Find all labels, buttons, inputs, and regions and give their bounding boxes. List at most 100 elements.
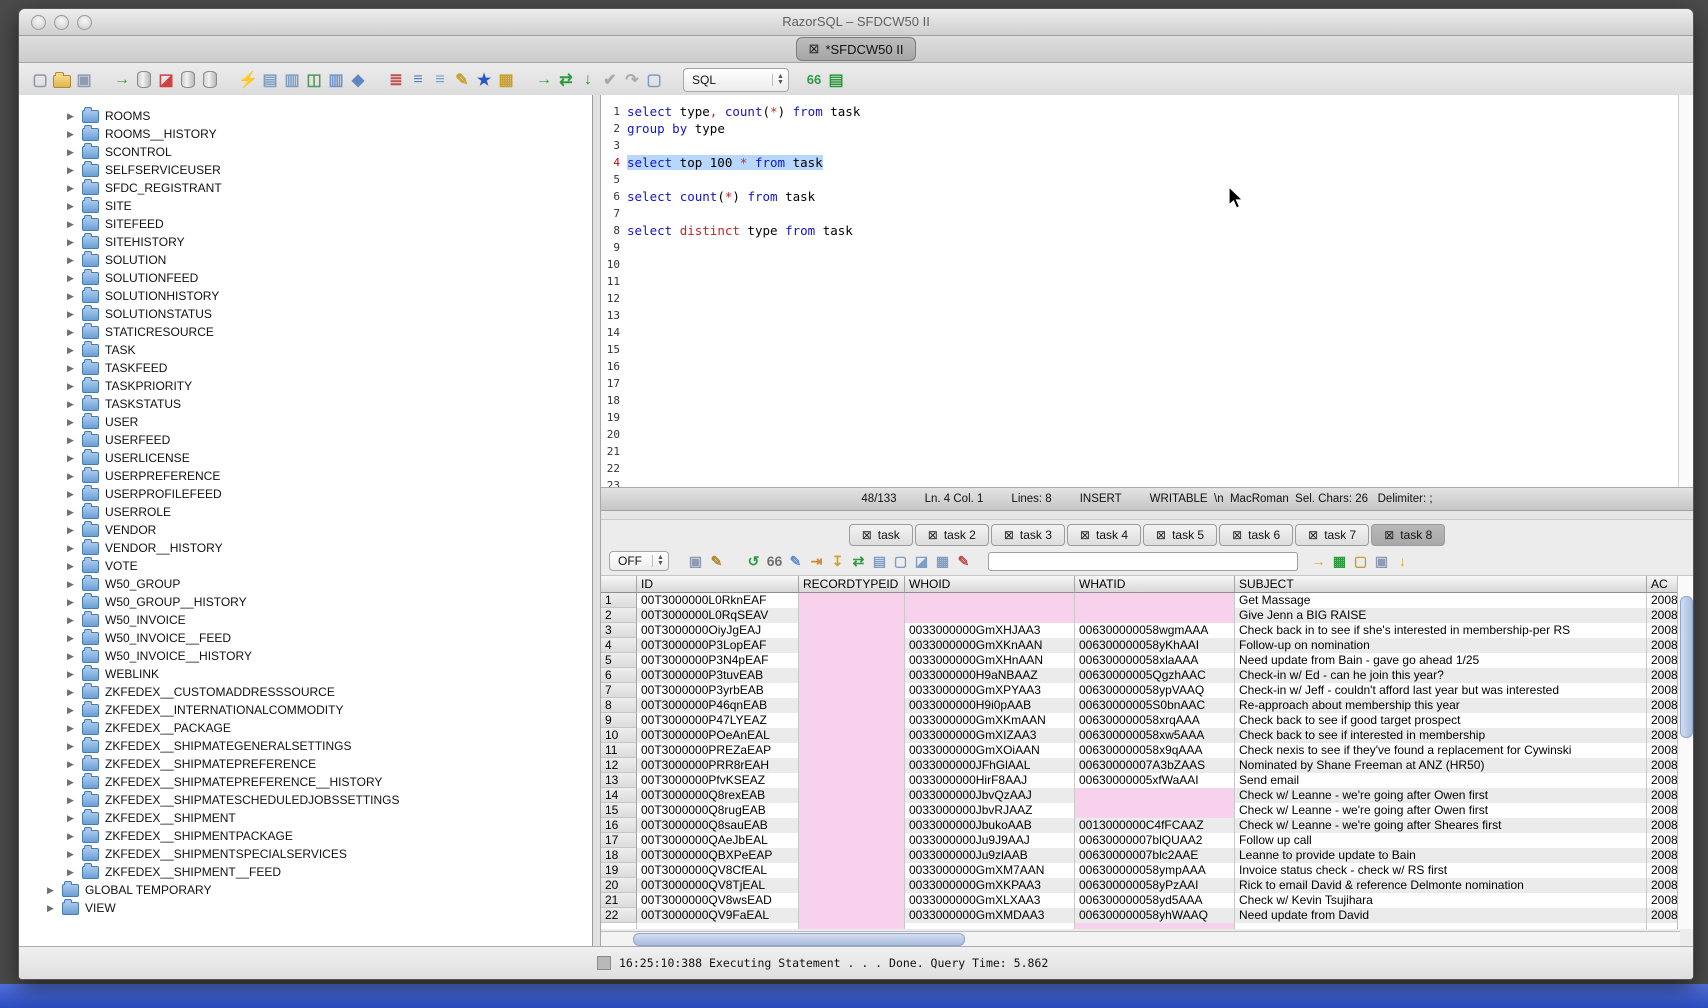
cell-whoid[interactable]: 0033000000GmXLXAA3 [905, 893, 1075, 908]
cell-id[interactable]: 00T3000000Q8rugEAB [637, 803, 799, 818]
table-row[interactable]: 1300T3000000PfvKSEAZ0033000000HirF8AAJ00… [601, 773, 1680, 788]
row-number-cell[interactable]: 4 [601, 638, 637, 653]
cell-whatid[interactable]: 006300000058xlaAAA [1075, 653, 1235, 668]
column-header-recordtypeid[interactable]: RECORDTYPEID [799, 576, 905, 593]
cell-ac[interactable]: 2008 [1647, 638, 1680, 653]
cell-whatid[interactable]: 006300000058ympAAA [1075, 863, 1235, 878]
cell-whoid[interactable]: 0033000000GmXKmAAN [905, 713, 1075, 728]
cell-recordtypeid[interactable] [799, 908, 905, 923]
cell-subject[interactable]: Check-in w/ Jeff - couldn't afford last … [1235, 683, 1647, 698]
cell-whatid[interactable]: 00630000007A3bZAAS [1075, 758, 1235, 773]
table-row[interactable]: 1800T3000000QBXPeEAP0033000000Ju9zlAAB00… [601, 848, 1680, 863]
cell-ac[interactable]: 2008 [1647, 863, 1680, 878]
document-tab[interactable]: ⊠ *SFDCW50 II [796, 37, 917, 61]
row-number-cell[interactable]: 5 [601, 653, 637, 668]
cell-whatid[interactable]: 006300000058xw5AAA [1075, 728, 1235, 743]
cell-subject[interactable]: Need update from David [1235, 908, 1647, 923]
expand-arrow-icon[interactable]: ▶ [67, 345, 76, 356]
minimize-window-button[interactable] [54, 15, 69, 30]
expand-arrow-icon[interactable]: ▶ [67, 381, 76, 392]
cell-whoid[interactable]: 0033000000GmXIZAA3 [905, 728, 1075, 743]
cell-ac[interactable]: 2008 [1647, 683, 1680, 698]
cell-recordtypeid[interactable] [799, 668, 905, 683]
sidebar-item-w50-invoice-feed[interactable]: ▶W50_INVOICE__FEED [19, 629, 592, 647]
cell-whoid[interactable]: 0033000000JbvQzAAJ [905, 788, 1075, 803]
table-import-icon[interactable]: ▦ [1329, 551, 1350, 572]
expand-arrow-icon[interactable]: ▶ [67, 111, 76, 122]
transpose-table-icon[interactable]: ⇄ [848, 551, 869, 572]
sidebar-item-sitefeed[interactable]: ▶SITEFEED [19, 215, 592, 233]
result-tab-task-2[interactable]: ⊠task 2 [915, 524, 989, 546]
cell-id[interactable]: 00T3000000QBXPeEAP [637, 848, 799, 863]
expand-arrow-icon[interactable]: ▶ [67, 237, 76, 248]
sidebar-item-rooms[interactable]: ▶ROOMS [19, 107, 592, 125]
cell-ac[interactable]: 2008 [1647, 908, 1680, 923]
table-row[interactable]: 700T3000000P3yrbEAB0033000000GmXPYAA3006… [601, 683, 1680, 698]
cell-id[interactable]: 00T3000000QAeJbEAL [637, 833, 799, 848]
sidebar-item-site[interactable]: ▶SITE [19, 197, 592, 215]
cell-subject[interactable]: Leanne to provide update to Bain [1235, 848, 1647, 863]
cell-id[interactable]: 00T3000000QV8TjEAL [637, 878, 799, 893]
cell-subject[interactable]: Follow up call [1235, 833, 1647, 848]
close-tab-icon[interactable]: ⊠ [1232, 528, 1242, 542]
vertical-scroll-thumb[interactable] [1680, 596, 1693, 738]
cell-whatid[interactable]: 006300000058x9qAAA [1075, 743, 1235, 758]
sidebar-item-zkfedex-shipment[interactable]: ▶ZKFEDEX__SHIPMENT [19, 809, 592, 827]
vertical-splitter[interactable] [593, 95, 601, 946]
cell-subject[interactable]: Check-in w/ Ed - can he join this year? [1235, 668, 1647, 683]
schema-tree[interactable]: ▶ROOMS▶ROOMS__HISTORY▶SCONTROL▶SELFSERVI… [19, 95, 593, 946]
cell-whatid[interactable]: 00630000007blc2AAE [1075, 848, 1235, 863]
cell-subject[interactable]: Give Jenn a BIG RAISE [1235, 608, 1647, 623]
insert-row-icon[interactable]: ↧ [827, 551, 848, 572]
cell-recordtypeid[interactable] [799, 773, 905, 788]
close-window-button[interactable] [31, 15, 46, 30]
sidebar-item-zkfedex-shipmatepreference[interactable]: ▶ZKFEDEX__SHIPMATEPREFERENCE [19, 755, 592, 773]
sidebar-item-zkfedex-shipmategeneralsettings[interactable]: ▶ZKFEDEX__SHIPMATEGENERALSETTINGS [19, 737, 592, 755]
expand-arrow-icon[interactable]: ▶ [67, 453, 76, 464]
expand-arrow-icon[interactable]: ▶ [67, 255, 76, 266]
expand-arrow-icon[interactable]: ▶ [67, 201, 76, 212]
sidebar-item-taskfeed[interactable]: ▶TASKFEED [19, 359, 592, 377]
cell-whatid[interactable]: 006300000058yPzAAI [1075, 878, 1235, 893]
cell-ac[interactable]: 2008 [1647, 818, 1680, 833]
align-lines-icon[interactable]: ≡ [429, 69, 451, 91]
cell-ac[interactable]: 2008 [1647, 773, 1680, 788]
cell-recordtypeid[interactable] [799, 878, 905, 893]
table-row[interactable]: 1500T3000000Q8rugEAB0033000000JbvRJAAZCh… [601, 803, 1680, 818]
cell-whoid[interactable]: 0033000000GmXHJAA3 [905, 623, 1075, 638]
sidebar-item-rooms-history[interactable]: ▶ROOMS__HISTORY [19, 125, 592, 143]
cell-whatid[interactable]: 00630000005xfWaAAI [1075, 773, 1235, 788]
cell-whatid[interactable]: 006300000058yKhAAI [1075, 638, 1235, 653]
cell-recordtypeid[interactable] [799, 818, 905, 833]
expand-arrow-icon[interactable]: ▶ [67, 507, 76, 518]
cell-ac[interactable]: 2008 [1647, 743, 1680, 758]
row-number-cell[interactable]: 14 [601, 788, 637, 803]
table-row[interactable]: 900T3000000P47LYEAZ0033000000GmXKmAAN006… [601, 713, 1680, 728]
results-list-icon[interactable]: ▤ [825, 69, 847, 91]
cell-ac[interactable]: 2008 [1647, 728, 1680, 743]
row-number-cell[interactable]: 9 [601, 713, 637, 728]
row-number-cell[interactable]: 18 [601, 848, 637, 863]
close-tab-icon[interactable]: ⊠ [1080, 528, 1090, 542]
expand-arrow-icon[interactable]: ▶ [67, 471, 76, 482]
expand-arrow-icon[interactable]: ▶ [67, 633, 76, 644]
sidebar-item-sitehistory[interactable]: ▶SITEHISTORY [19, 233, 592, 251]
cell-id[interactable]: 00T3000000P47LYEAZ [637, 713, 799, 728]
expand-arrow-icon[interactable]: ▶ [67, 831, 76, 842]
expand-arrow-icon[interactable]: ▶ [67, 867, 76, 878]
cell-whatid[interactable] [1075, 608, 1235, 623]
cell-whoid[interactable]: 0033000000GmXKnAAN [905, 638, 1075, 653]
cell-subject[interactable]: Re-approach about membership this year [1235, 698, 1647, 713]
cell-id[interactable]: 00T3000000PRR8rEAH [637, 758, 799, 773]
book-icon[interactable]: ◆ [347, 69, 369, 91]
download-icon[interactable]: ↓ [1392, 551, 1413, 572]
expand-arrow-icon[interactable]: ▶ [67, 597, 76, 608]
open-folder-icon[interactable] [51, 69, 73, 91]
expand-arrow-icon[interactable]: ▶ [67, 165, 76, 176]
database-icon[interactable] [199, 69, 221, 91]
sql-editor[interactable]: 1234567891011121314151617181920212223 se… [601, 95, 1693, 487]
expand-arrow-icon[interactable]: ▶ [67, 417, 76, 428]
expand-arrow-icon[interactable]: ▶ [67, 525, 76, 536]
expand-arrow-icon[interactable]: ▶ [67, 147, 76, 158]
cell-ac[interactable]: 2008 [1647, 623, 1680, 638]
